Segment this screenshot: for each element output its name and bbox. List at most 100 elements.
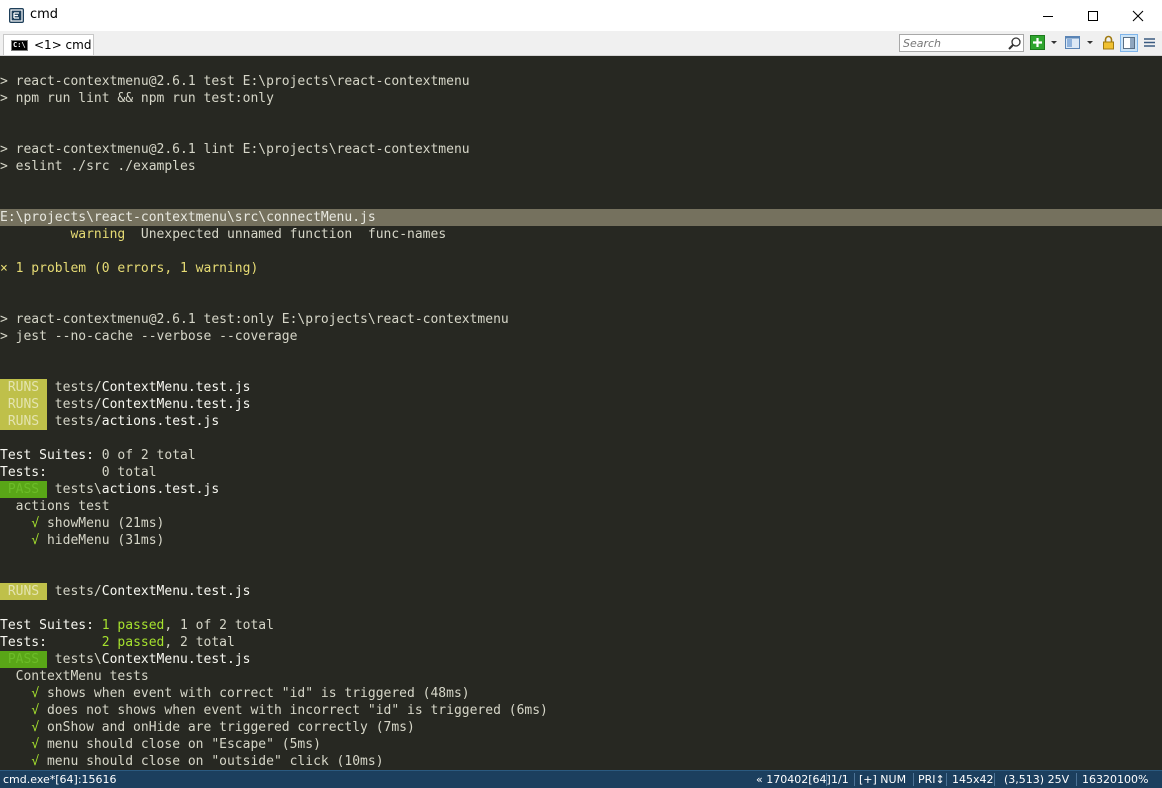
test-result-line: √ does not shows when event with incorre… xyxy=(0,702,548,719)
check-icon: √ xyxy=(31,686,40,701)
console-line: > react-contextmenu@2.6.1 lint E:\projec… xyxy=(0,142,470,157)
lock-icon xyxy=(1103,35,1114,50)
toggle-panel-button[interactable] xyxy=(1120,34,1138,52)
test-dir: tests/ xyxy=(54,397,102,412)
warning-level: warning xyxy=(70,227,126,242)
status-tabs[interactable]: 1/1 xyxy=(831,772,849,787)
test-result-line: √ showMenu (21ms) xyxy=(0,515,164,532)
test-name: hideMenu (31ms) xyxy=(46,533,165,548)
test-result-line: √ hideMenu (31ms) xyxy=(0,532,164,549)
conemu-app-icon[interactable] xyxy=(9,8,24,23)
test-file: actions.test.js xyxy=(101,414,220,429)
new-console-dropdown[interactable] xyxy=(1049,35,1059,51)
hamburger-menu-icon xyxy=(1144,38,1155,47)
search-input[interactable] xyxy=(903,35,1003,51)
lint-problem-summary: × 1 problem (0 errors, 1 warning) xyxy=(0,261,259,276)
new-console-button[interactable] xyxy=(1030,35,1046,51)
chevron-down-icon xyxy=(1087,41,1093,44)
summary-tests-line: Tests: 2 passed, 2 total xyxy=(0,634,235,651)
pass-line: PASS tests\actions.test.js xyxy=(0,481,219,498)
status-zoom[interactable]: 100% xyxy=(1117,772,1148,787)
status-divider xyxy=(913,773,914,786)
runs-badge: RUNS xyxy=(0,583,47,600)
check-icon: √ xyxy=(31,720,40,735)
test-dir: tests/ xyxy=(54,584,102,599)
tests-value: 0 total xyxy=(101,465,157,480)
maximize-button[interactable] xyxy=(1070,0,1116,31)
search-field[interactable] xyxy=(899,34,1024,52)
test-file: ContextMenu.test.js xyxy=(101,397,251,412)
test-dir: tests\ xyxy=(54,482,102,497)
menu-button[interactable] xyxy=(1142,35,1158,51)
runs-badge: RUNS xyxy=(0,396,47,413)
plus-icon xyxy=(1030,35,1045,50)
tab-cmd[interactable]: C:\ <1> cmd xyxy=(3,34,94,55)
status-cursor[interactable]: (3,513) 25V xyxy=(1004,772,1069,787)
status-priority[interactable]: PRI↕ xyxy=(918,772,945,787)
close-icon xyxy=(1132,10,1144,21)
lint-warning-line: warning Unexpected unnamed function func… xyxy=(0,226,446,243)
split-view-button[interactable] xyxy=(1065,35,1081,51)
console-line: > eslint ./src ./examples xyxy=(0,159,196,174)
runs-badge: RUNS xyxy=(0,379,47,396)
test-name: onShow and onHide are triggered correctl… xyxy=(46,720,415,735)
console-tab-icon-text: C:\ xyxy=(13,41,26,49)
test-name: showMenu (21ms) xyxy=(46,516,165,531)
chevron-down-icon xyxy=(1051,41,1057,44)
status-build[interactable]: « 170402[64] xyxy=(756,772,831,787)
test-file: ContextMenu.test.js xyxy=(101,380,251,395)
console-output[interactable]: > react-contextmenu@2.6.1 test E:\projec… xyxy=(0,56,1162,770)
pass-badge: PASS xyxy=(0,651,47,668)
check-icon: √ xyxy=(31,703,40,718)
runs-line: RUNS tests/actions.test.js xyxy=(0,413,219,430)
summary-suites-line: Test Suites: 0 of 2 total xyxy=(0,447,196,464)
test-file: ContextMenu.test.js xyxy=(101,584,251,599)
test-name: menu should close on "Escape" (5ms) xyxy=(46,737,321,752)
runs-line: RUNS tests/ContextMenu.test.js xyxy=(0,379,250,396)
conemu-window: cmd C:\ <1> cmd Search > react-contextme… xyxy=(0,0,1162,788)
lint-file-path-highlighted: E:\projects\react-contextmenu\src\connec… xyxy=(0,209,1162,226)
status-process[interactable]: cmd.exe*[64]:15616 xyxy=(3,772,117,787)
runs-badge: RUNS xyxy=(0,413,47,430)
check-icon: √ xyxy=(31,533,40,548)
test-name: does not shows when event with incorrect… xyxy=(46,703,548,718)
console-line: > react-contextmenu@2.6.1 test:only E:\p… xyxy=(0,312,509,327)
test-result-line: √ menu should close on "outside" click (… xyxy=(0,753,383,770)
tests-passed: 2 passed xyxy=(101,635,165,650)
panel-icon xyxy=(1123,37,1135,49)
status-divider xyxy=(854,773,855,786)
title-bar[interactable]: cmd xyxy=(0,0,1162,31)
test-result-line: √ onShow and onHide are triggered correc… xyxy=(0,719,415,736)
suites-rest: , 1 of 2 total xyxy=(164,618,274,633)
status-size[interactable]: 145x42 xyxy=(952,772,994,787)
test-dir: tests/ xyxy=(54,414,102,429)
runs-line: RUNS tests/ContextMenu.test.js xyxy=(0,396,250,413)
test-dir: tests/ xyxy=(54,380,102,395)
search-icon[interactable] xyxy=(1007,36,1022,51)
summary-suites-line: Test Suites: 1 passed, 1 of 2 total xyxy=(0,617,274,634)
test-name: shows when event with correct "id" is tr… xyxy=(46,686,470,701)
window-title: cmd xyxy=(30,7,59,22)
console-tab-icon: C:\ xyxy=(11,40,28,51)
group-label: actions test xyxy=(15,499,110,514)
status-divider xyxy=(1076,773,1077,786)
warning-rule: func-names xyxy=(367,227,447,242)
tests-label: Tests: xyxy=(0,465,47,480)
check-icon: √ xyxy=(31,754,40,769)
minimize-button[interactable] xyxy=(1025,0,1071,31)
close-button[interactable] xyxy=(1115,0,1161,31)
split-view-dropdown[interactable] xyxy=(1085,35,1095,51)
lock-button[interactable] xyxy=(1101,35,1117,51)
status-divider xyxy=(994,773,995,786)
suites-value: 0 of 2 total xyxy=(101,448,196,463)
group-label: ContextMenu tests xyxy=(15,669,149,684)
status-mode[interactable]: [+] NUM xyxy=(859,772,906,787)
pass-line: PASS tests\ContextMenu.test.js xyxy=(0,651,250,668)
test-group-name: actions test xyxy=(0,498,110,515)
tests-label: Tests: xyxy=(0,635,47,650)
maximize-icon xyxy=(1088,10,1098,21)
summary-tests-line: Tests: 0 total xyxy=(0,464,157,481)
status-pid[interactable]: 16320 xyxy=(1082,772,1117,787)
runs-line: RUNS tests/ContextMenu.test.js xyxy=(0,583,250,600)
pass-badge: PASS xyxy=(0,481,47,498)
